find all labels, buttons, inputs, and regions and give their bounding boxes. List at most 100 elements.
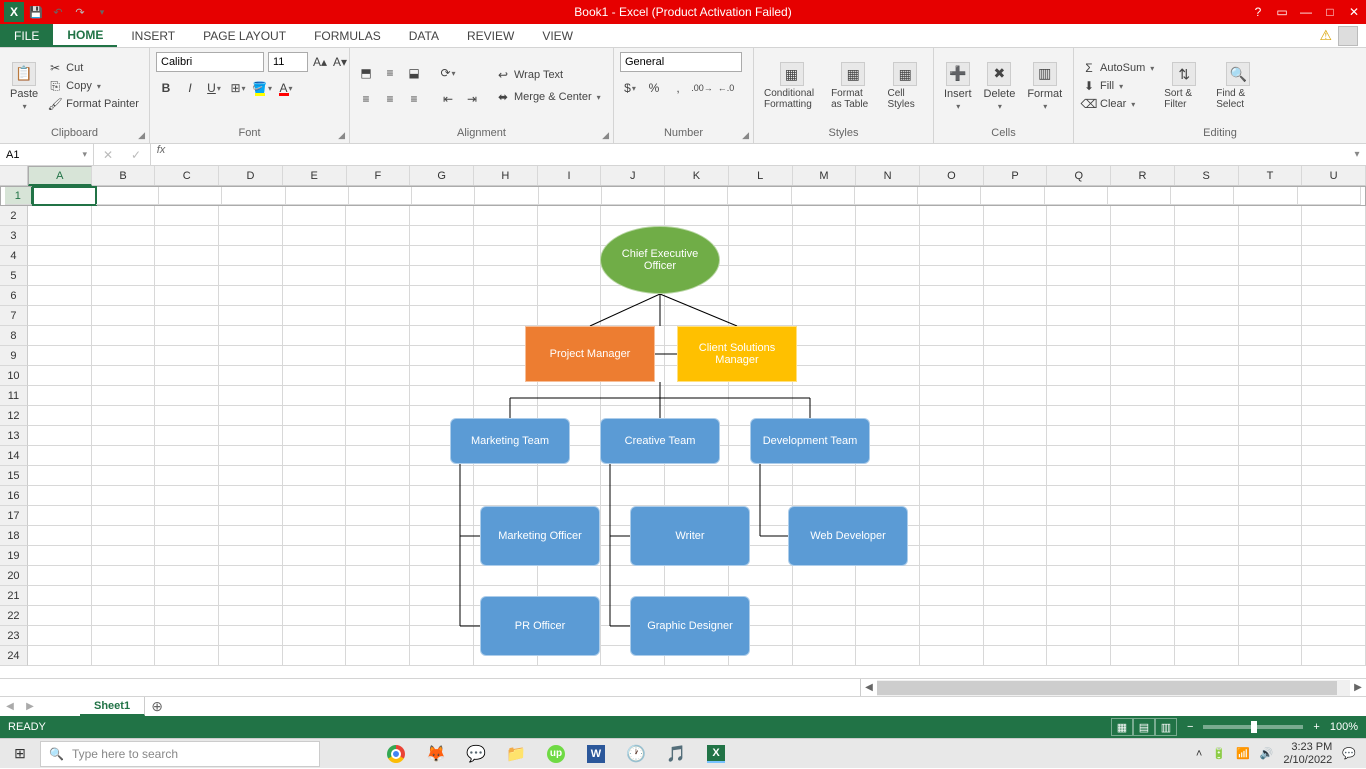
cell[interactable] <box>410 566 474 586</box>
node-marketing-team[interactable]: Marketing Team <box>450 418 570 464</box>
system-clock[interactable]: 3:23 PM 2/10/2022 <box>1283 741 1332 765</box>
align-bottom-icon[interactable]: ⬓ <box>404 63 424 83</box>
cell[interactable] <box>1239 646 1303 666</box>
cell[interactable] <box>1302 346 1366 366</box>
cell[interactable] <box>1175 386 1239 406</box>
cell[interactable] <box>984 506 1048 526</box>
cell[interactable] <box>1239 306 1303 326</box>
cell[interactable] <box>92 646 156 666</box>
row-header[interactable]: 13 <box>0 426 28 446</box>
column-header[interactable]: D <box>219 166 283 185</box>
cell[interactable] <box>155 346 219 366</box>
cell[interactable] <box>1302 646 1366 666</box>
cell[interactable] <box>92 546 156 566</box>
cell[interactable] <box>219 286 283 306</box>
row-header[interactable]: 15 <box>0 466 28 486</box>
cell[interactable] <box>28 406 92 426</box>
cell[interactable] <box>92 526 156 546</box>
cell[interactable] <box>155 626 219 646</box>
cell[interactable] <box>920 466 984 486</box>
number-format-select[interactable] <box>620 52 742 72</box>
cell[interactable] <box>1239 626 1303 646</box>
excel-taskbar-icon[interactable]: X <box>700 740 732 768</box>
cell[interactable] <box>28 326 92 346</box>
cell[interactable] <box>410 226 474 246</box>
cell[interactable] <box>92 586 156 606</box>
cell[interactable] <box>155 606 219 626</box>
cell[interactable] <box>28 226 92 246</box>
paste-button[interactable]: 📋 Paste ▾ <box>6 60 42 113</box>
autosum-button[interactable]: ΣAutoSum▾ <box>1080 60 1156 76</box>
row-header[interactable]: 4 <box>0 246 28 266</box>
cell[interactable] <box>856 226 920 246</box>
cell[interactable] <box>920 386 984 406</box>
cell[interactable] <box>346 526 410 546</box>
cell[interactable] <box>920 586 984 606</box>
cell[interactable] <box>1302 426 1366 446</box>
cell[interactable] <box>729 286 793 306</box>
row-header[interactable]: 8 <box>0 326 28 346</box>
cell[interactable] <box>856 286 920 306</box>
cell[interactable] <box>920 486 984 506</box>
cell[interactable] <box>28 206 92 226</box>
cell[interactable] <box>601 486 665 506</box>
node-pr-officer[interactable]: PR Officer <box>480 596 600 656</box>
align-center-icon[interactable]: ≡ <box>380 89 400 109</box>
cell[interactable] <box>155 406 219 426</box>
cell[interactable] <box>1111 566 1175 586</box>
cell[interactable] <box>28 626 92 646</box>
cell[interactable] <box>920 446 984 466</box>
cell[interactable] <box>155 466 219 486</box>
cell[interactable] <box>155 526 219 546</box>
cell[interactable] <box>1234 187 1297 205</box>
notifications-icon[interactable]: 💬 <box>1342 747 1356 760</box>
clear-button[interactable]: ⌫Clear▾ <box>1080 96 1156 112</box>
cell[interactable] <box>920 206 984 226</box>
cell[interactable] <box>1047 366 1111 386</box>
cell[interactable] <box>920 646 984 666</box>
cell[interactable] <box>28 446 92 466</box>
cell[interactable] <box>410 366 474 386</box>
cell[interactable] <box>856 466 920 486</box>
cell[interactable] <box>1239 226 1303 246</box>
cell[interactable] <box>538 306 602 326</box>
word-icon[interactable]: W <box>580 740 612 768</box>
cell[interactable] <box>1175 286 1239 306</box>
cell[interactable] <box>346 246 410 266</box>
view-normal-icon[interactable]: ▦ <box>1111 718 1133 736</box>
qat-dropdown-icon[interactable]: ▾ <box>92 2 112 22</box>
cell[interactable] <box>155 306 219 326</box>
cell[interactable] <box>1302 506 1366 526</box>
orientation-icon[interactable]: ⟳▾ <box>438 63 458 83</box>
cell[interactable] <box>92 266 156 286</box>
cell[interactable] <box>984 206 1048 226</box>
cell[interactable] <box>1302 446 1366 466</box>
cell[interactable] <box>793 286 857 306</box>
row-header[interactable]: 12 <box>0 406 28 426</box>
cell[interactable] <box>1111 586 1175 606</box>
scroll-thumb[interactable] <box>877 681 1337 695</box>
column-header[interactable]: U <box>1302 166 1366 185</box>
row-header[interactable]: 16 <box>0 486 28 506</box>
cell[interactable] <box>1047 446 1111 466</box>
horizontal-scrollbar[interactable]: ◀ ▶ <box>0 678 1366 696</box>
cell[interactable] <box>1047 606 1111 626</box>
volume-icon[interactable]: 🔊 <box>1260 747 1274 760</box>
cell[interactable] <box>219 646 283 666</box>
cell[interactable] <box>920 246 984 266</box>
cell[interactable] <box>1175 406 1239 426</box>
column-header[interactable]: S <box>1175 166 1239 185</box>
cell[interactable] <box>155 506 219 526</box>
cell[interactable] <box>1108 187 1171 205</box>
accounting-format-icon[interactable]: $▾ <box>620 78 640 98</box>
cell[interactable] <box>729 206 793 226</box>
enter-formula-icon[interactable]: ✓ <box>122 148 150 162</box>
cell[interactable] <box>984 346 1048 366</box>
column-header[interactable]: H <box>474 166 538 185</box>
cell[interactable] <box>981 187 1044 205</box>
cell[interactable] <box>92 306 156 326</box>
cell[interactable] <box>856 366 920 386</box>
row-header[interactable]: 1 <box>5 187 33 205</box>
cell[interactable] <box>984 446 1048 466</box>
cell[interactable] <box>346 606 410 626</box>
